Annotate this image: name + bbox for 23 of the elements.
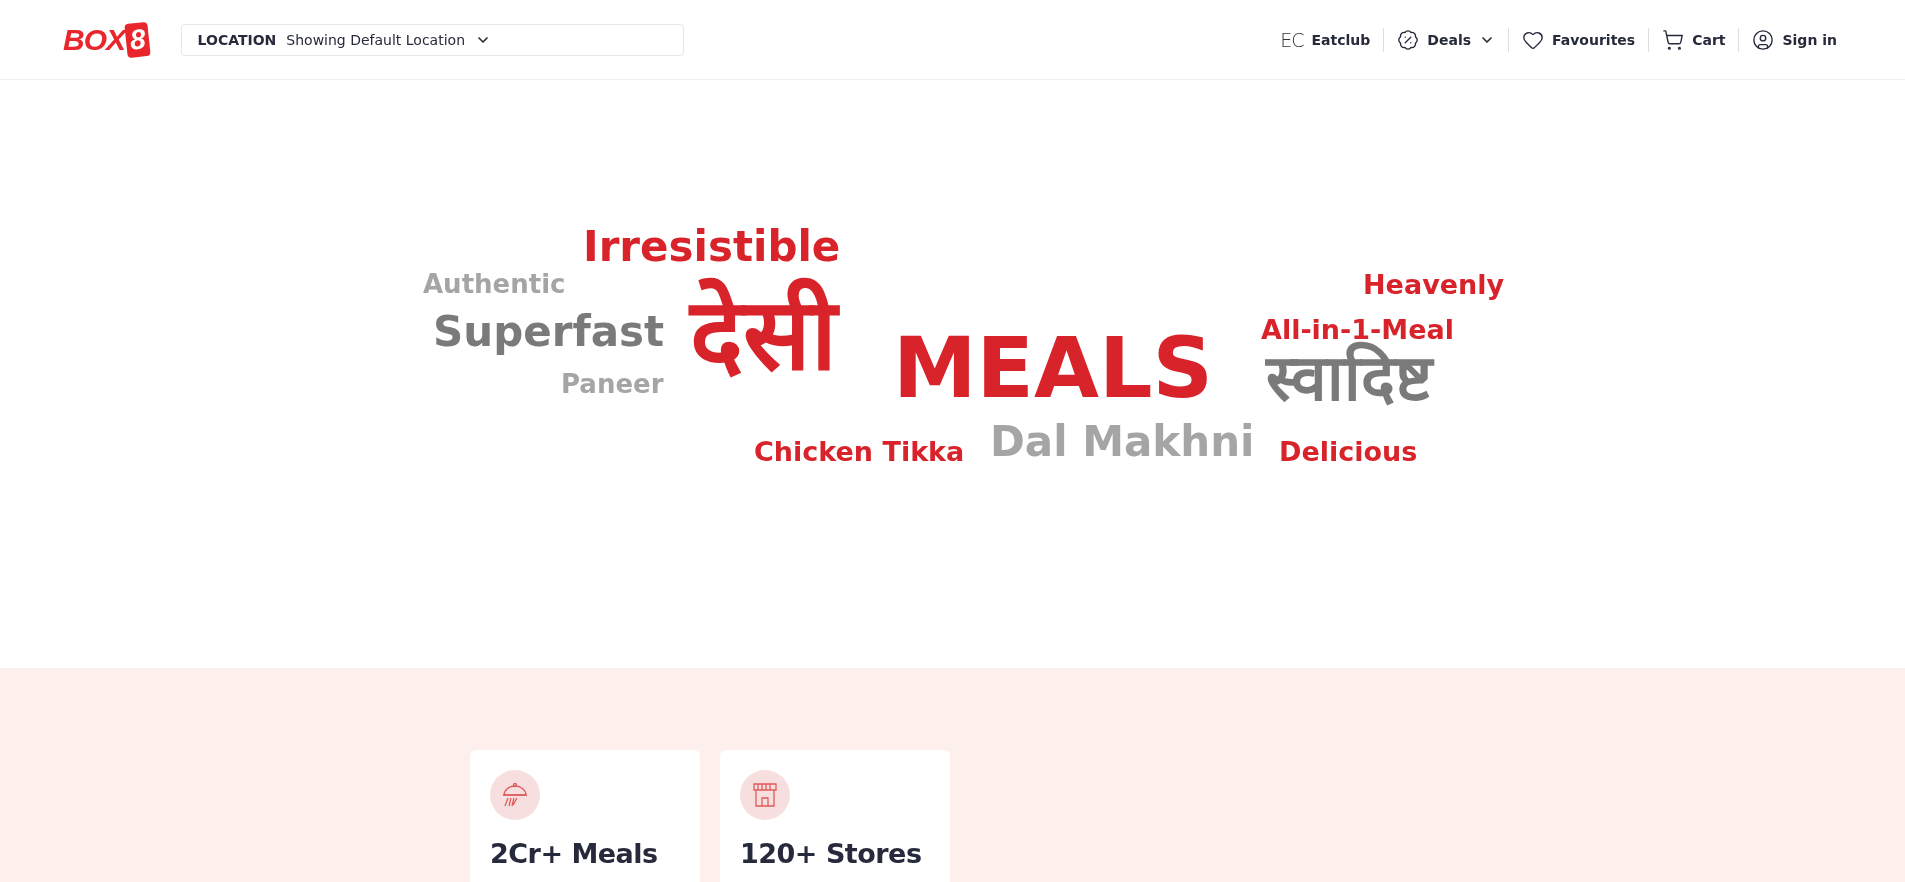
nav-link[interactable]: Favourites [1508,27,1649,52]
word-cloud-word: Authentic [423,268,566,301]
word-cloud-word: Delicious [1279,435,1418,469]
word-cloud-word: Paneer [561,368,664,401]
word-cloud-word: Superfast [433,306,665,358]
nav-link[interactable]: Deals [1383,27,1509,52]
percent-badge-icon [1397,28,1420,51]
cart-icon [1662,28,1685,51]
user-icon [1752,28,1775,51]
box8-logo[interactable]: BOX 8 [63,22,149,57]
nav-link[interactable]: EC Eatclub [1267,27,1384,52]
word-cloud-word: Irresistible [583,221,841,273]
eatclub-logo: EC [1280,28,1304,51]
stat-title: 2Cr+ Meals [490,838,659,869]
word-cloud-word: MEALS [893,318,1213,419]
location-selector[interactable]: LOCATION Showing Default Location [180,23,684,56]
storefront-icon [750,780,780,810]
nav-link[interactable]: Cart [1648,27,1739,52]
word-cloud-word: Heavenly [1363,268,1505,302]
stat-title: 120+ Stores [740,838,923,869]
word-cloud-word: Dal Makhni [990,416,1255,468]
word-cloud-word: Chicken Tikka [754,435,965,469]
nav-link[interactable]: Sign in [1738,27,1850,52]
